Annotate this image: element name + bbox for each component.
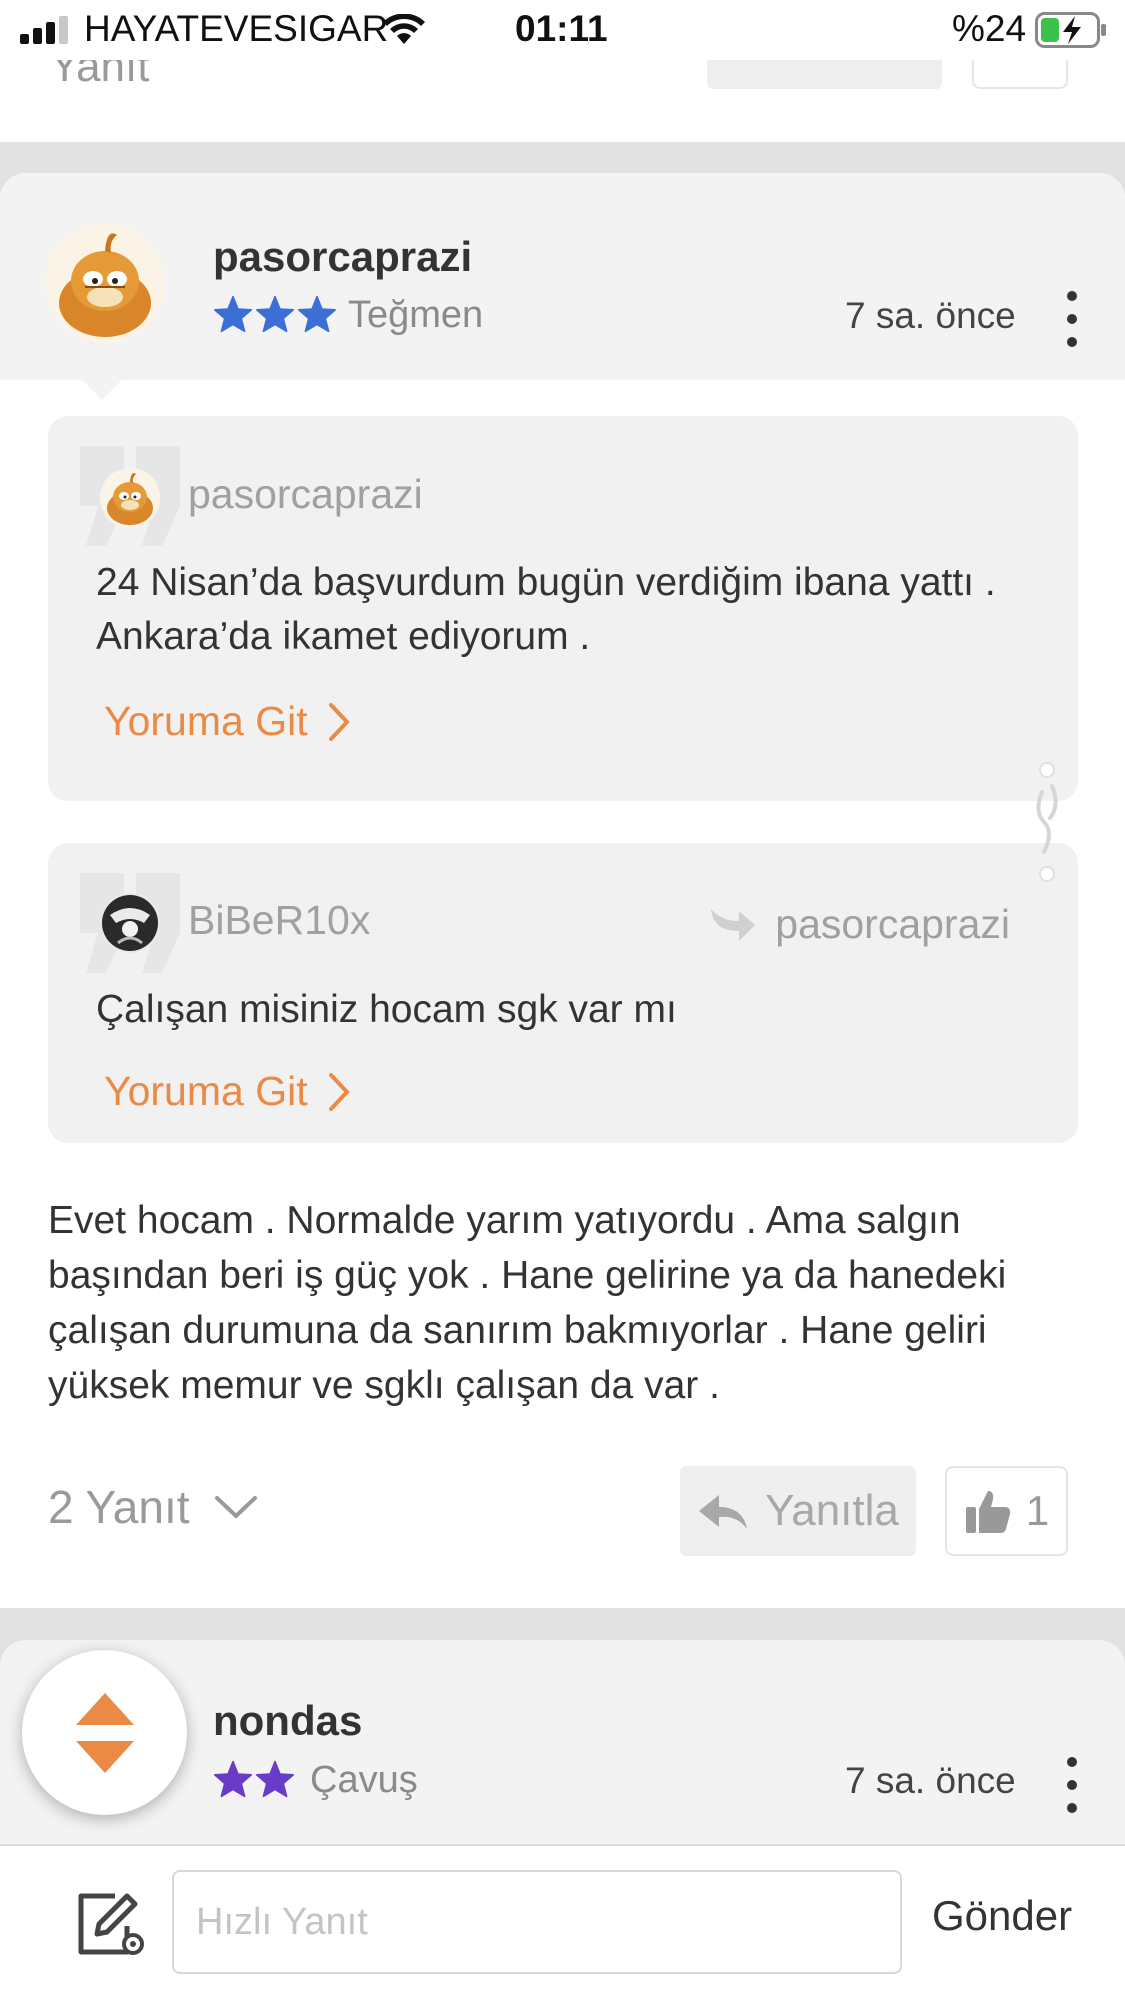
quick-reply-bar: Gönder — [0, 1844, 1125, 2001]
go-to-comment-label: Yoruma Git — [104, 698, 308, 744]
comment-header: pasorcaprazi Teğmen 7 sa. önce — [0, 173, 1125, 380]
quoted-comment: pasorcaprazi 24 Nisan’da başvurdum bugün… — [48, 416, 1078, 801]
reply-label: Yanıtla — [765, 1486, 899, 1535]
user-avatar-icon — [100, 893, 160, 953]
replies-count: 2 Yanıt — [48, 1481, 190, 1533]
like-button[interactable]: 1 — [945, 1466, 1068, 1556]
go-to-comment-label: Yoruma Git — [104, 1068, 308, 1114]
comment-text: Evet hocam . Normalde yarım yatıyordu . … — [48, 1199, 1007, 1407]
reply-button[interactable]: Yanıtla — [680, 1466, 916, 1556]
battery-charging-icon — [1035, 12, 1106, 48]
battery-percent: %24 — [952, 8, 1027, 49]
quoted-comment: BiBeR10x pasorcaprazi Çalışan misiniz ho… — [48, 843, 1078, 1143]
user-rank: Çavuş — [310, 1759, 418, 1801]
rank-stars — [213, 295, 337, 333]
scroll-up-icon — [75, 1692, 134, 1725]
comment-time: 7 sa. önce — [845, 1760, 1016, 1801]
comment-card: pasorcaprazi Teğmen 7 sa. önce pasorcapr… — [0, 173, 1125, 1608]
quote-text: 24 Nisan’da başvurdum bugün verdiğim iba… — [96, 561, 996, 658]
star-icon — [256, 1760, 294, 1798]
like-count: 1 — [1025, 1487, 1050, 1534]
avatar[interactable] — [45, 223, 165, 343]
scroll-up-down-button[interactable] — [22, 1650, 187, 1815]
send-button[interactable]: Gönder — [932, 1892, 1072, 1940]
side-drag-handle-icon[interactable] — [1032, 762, 1062, 882]
chevron-down-icon — [214, 1496, 257, 1519]
go-to-comment-link[interactable]: Yoruma Git — [104, 698, 350, 745]
edit-note-icon[interactable] — [75, 1890, 147, 1958]
star-icon — [298, 295, 336, 333]
quote-avatar — [100, 893, 160, 953]
chevron-right-icon — [328, 702, 350, 741]
thumbs-up-icon — [965, 1491, 1010, 1533]
more-options-icon[interactable] — [1062, 1757, 1082, 1813]
status-time: 01:11 — [515, 8, 608, 49]
chevron-right-icon — [328, 1072, 350, 1111]
more-options-icon[interactable] — [1062, 291, 1082, 347]
reply-arrow-icon — [699, 1495, 748, 1529]
user-rank: Teğmen — [348, 294, 484, 336]
quote-text: Çalışan misiniz hocam sgk var mı — [96, 988, 677, 1031]
previous-like-button[interactable] — [972, 60, 1068, 89]
comment-time: 7 sa. önce — [845, 295, 1016, 336]
garfield-avatar-icon — [100, 468, 160, 528]
reply-forward-arrow-icon — [711, 908, 756, 941]
replies-toggle[interactable]: 2 Yanıt — [48, 1480, 258, 1534]
star-icon — [213, 1760, 252, 1798]
reply-to-indicator: pasorcaprazi — [709, 901, 1010, 948]
reply-to-username[interactable]: pasorcaprazi — [775, 901, 1010, 948]
rank-stars — [213, 1760, 295, 1798]
scroll-down-icon — [75, 1740, 134, 1773]
comment-username[interactable]: nondas — [213, 1697, 362, 1745]
previous-reply-button[interactable] — [707, 60, 942, 89]
quick-reply-input[interactable] — [172, 1870, 902, 1974]
quote-avatar — [100, 468, 160, 528]
carrier-name: HAYATEVESIGAR — [84, 8, 389, 49]
quote-username[interactable]: BiBeR10x — [188, 897, 370, 944]
status-bar: HAYATEVESIGAR 01:11 %24 — [0, 0, 1125, 60]
cellular-signal-icon — [20, 16, 68, 44]
wifi-icon — [383, 14, 425, 44]
star-icon — [256, 295, 294, 333]
go-to-comment-link[interactable]: Yoruma Git — [104, 1068, 350, 1115]
previous-comment-footer: Yanıt — [0, 42, 1125, 142]
quote-username[interactable]: pasorcaprazi — [188, 471, 423, 518]
star-icon — [213, 295, 252, 333]
comment-username[interactable]: pasorcaprazi — [213, 233, 472, 281]
garfield-avatar-icon — [45, 223, 165, 343]
